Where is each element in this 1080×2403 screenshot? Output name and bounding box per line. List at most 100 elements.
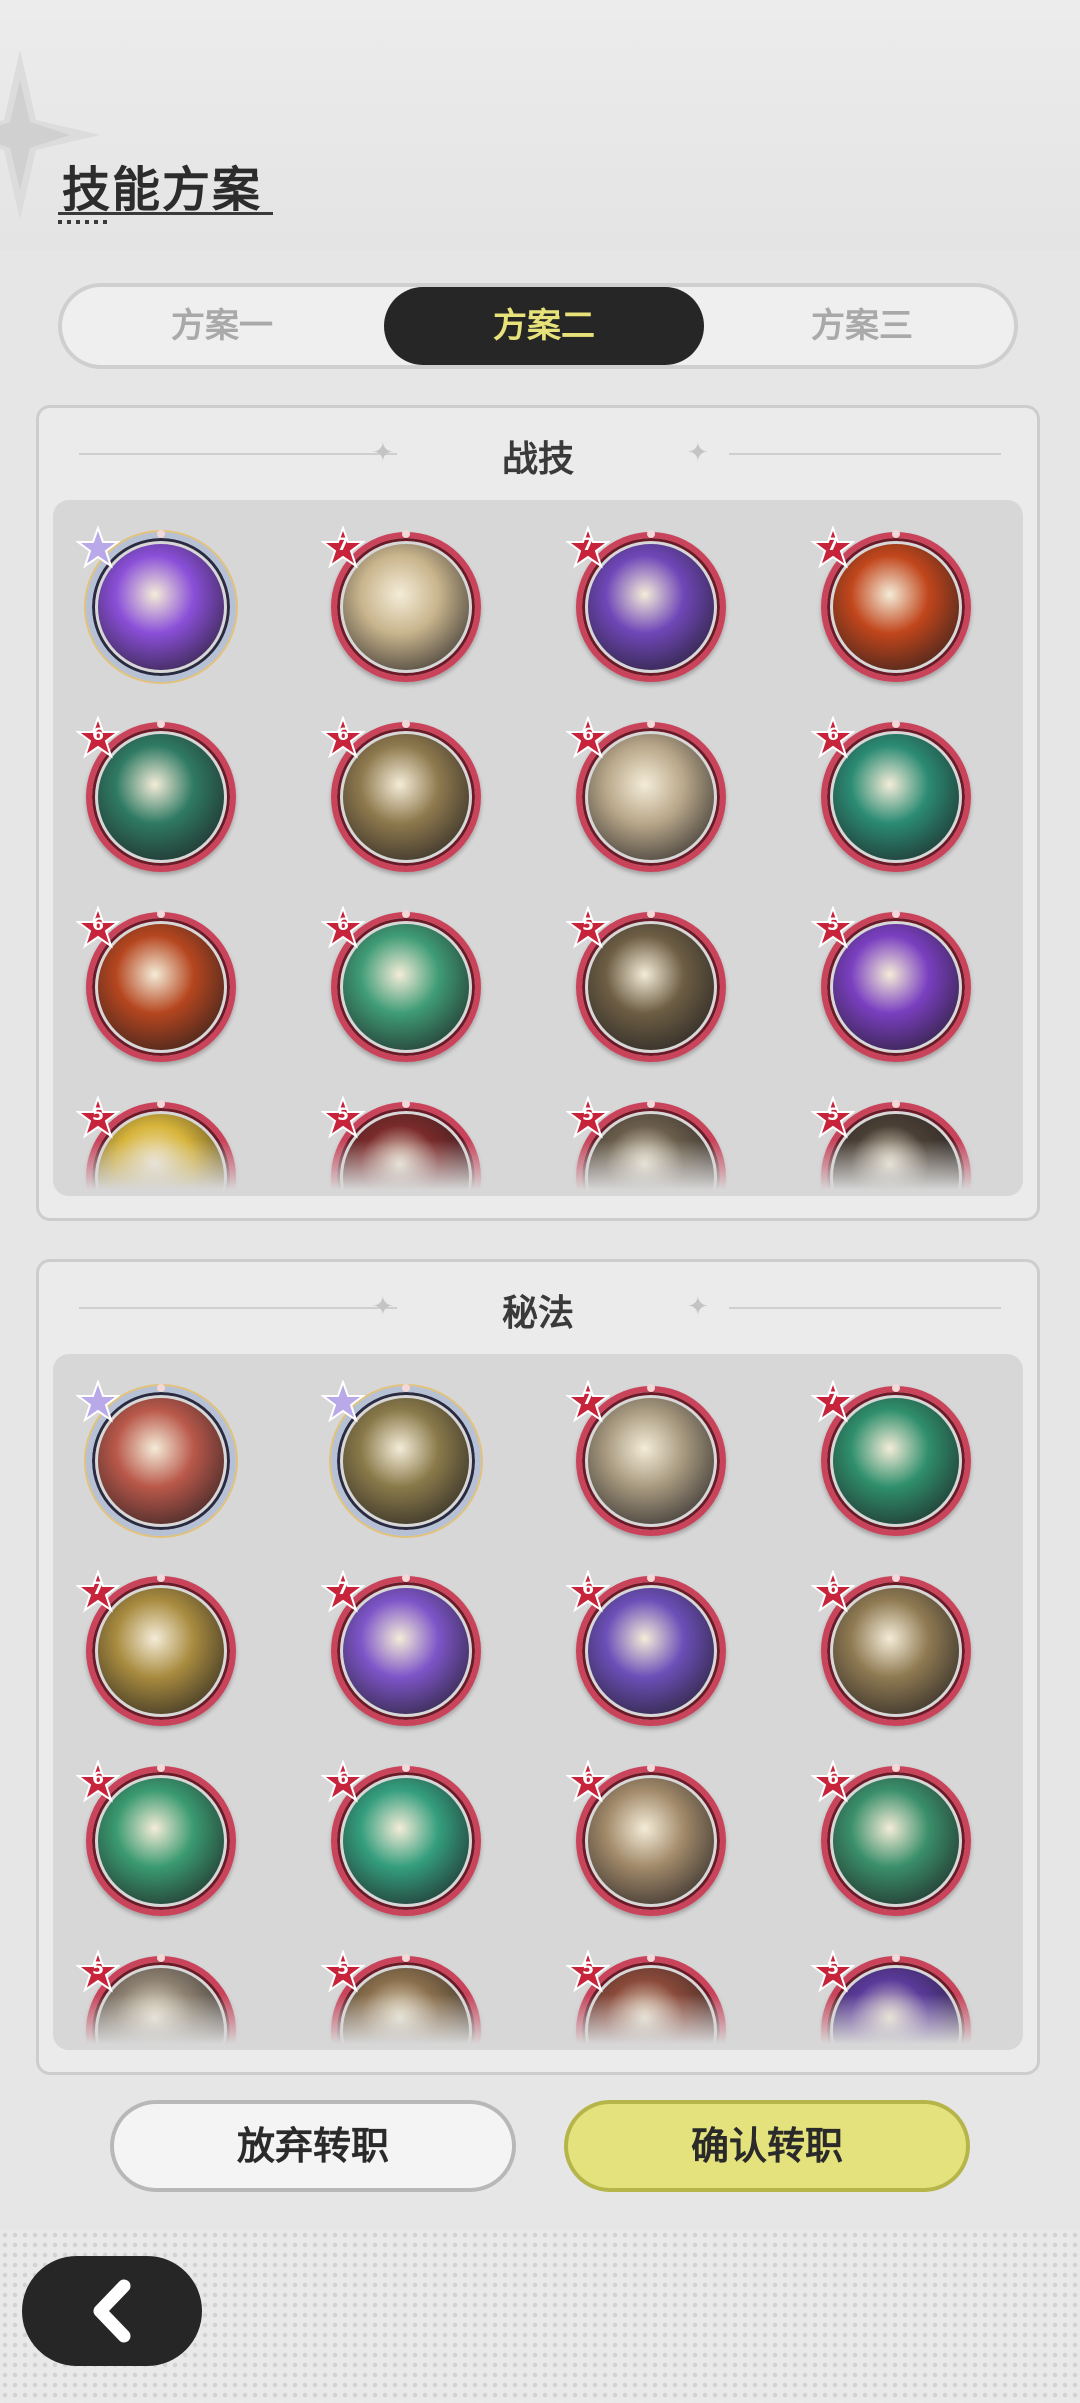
skill-slot[interactable]: 5 [566, 906, 726, 1062]
skill-slot[interactable] [76, 526, 236, 682]
skill-slot[interactable]: 7 [76, 1570, 236, 1726]
ring-pin [157, 720, 165, 728]
skill-slot[interactable]: 7 [811, 526, 971, 682]
level-badge: 7 [321, 526, 365, 570]
ring-pin [892, 530, 900, 538]
level-number: 7 [337, 1579, 349, 1599]
ring-pin [647, 1100, 655, 1108]
star-badge-icon [76, 1380, 120, 1424]
skill-slot[interactable]: 6 [566, 716, 726, 872]
level-number: 5 [827, 1105, 839, 1125]
ring-pin [647, 1954, 655, 1962]
level-badge: 6 [566, 1570, 610, 1614]
tab-plan-1[interactable]: 方案一 [62, 287, 382, 365]
ring-pin [402, 1574, 410, 1582]
level-number: 5 [337, 1105, 349, 1125]
level-number: 5 [827, 915, 839, 935]
level-badge: 7 [811, 1380, 855, 1424]
level-badge: 5 [811, 1096, 855, 1140]
ring-pin [892, 1100, 900, 1108]
skill-slot[interactable]: 6 [566, 1760, 726, 1916]
chevron-left-icon [22, 2256, 202, 2366]
combat-skills-panel: ✦ ✦ 战技 7 7 7 6 6 6 6 6 6 5 5 5 5 5 5 [36, 405, 1040, 1221]
ring-pin [157, 1954, 165, 1962]
skill-slot[interactable] [76, 1380, 236, 1536]
ring-pin [647, 1764, 655, 1772]
skill-slot[interactable]: 6 [811, 1760, 971, 1916]
level-badge: 6 [566, 1760, 610, 1804]
skill-slot[interactable]: 7 [321, 1570, 481, 1726]
level-number: 7 [827, 535, 839, 555]
level-number: 6 [337, 725, 349, 745]
section-title: 战技 [501, 439, 574, 480]
star-badge-icon [321, 1380, 365, 1424]
ring-pin [402, 1954, 410, 1962]
level-badge: 5 [566, 1096, 610, 1140]
skill-slot[interactable]: 5 [811, 906, 971, 1062]
ring-pin [157, 530, 165, 538]
level-badge: 7 [321, 1570, 365, 1614]
level-number: 5 [582, 1959, 594, 1979]
title-dots [58, 220, 108, 224]
level-badge: 6 [76, 1760, 120, 1804]
tab-plan-2[interactable]: 方案二 [384, 287, 704, 365]
level-number: 5 [337, 1959, 349, 1979]
level-number: 5 [582, 915, 594, 935]
abandon-job-change-button[interactable]: 放弃转职 [110, 2100, 516, 2192]
level-badge: 6 [811, 716, 855, 760]
level-badge: 6 [566, 716, 610, 760]
ring-pin [402, 1764, 410, 1772]
skill-slot[interactable]: 6 [321, 716, 481, 872]
star-badge-icon [76, 526, 120, 570]
level-number: 5 [92, 1959, 104, 1979]
ring-pin [402, 530, 410, 538]
skill-slot[interactable]: 7 [811, 1380, 971, 1536]
level-badge: 6 [321, 1760, 365, 1804]
level-number: 7 [582, 535, 594, 555]
skill-slot[interactable] [321, 1380, 481, 1536]
level-badge: 5 [566, 1950, 610, 1994]
skill-slot[interactable]: 6 [321, 906, 481, 1062]
level-number: 7 [337, 535, 349, 555]
level-badge: 5 [76, 1096, 120, 1140]
tab-plan-3[interactable]: 方案三 [702, 287, 1022, 365]
ring-pin [892, 720, 900, 728]
level-badge: 7 [566, 1380, 610, 1424]
scroll-fade [53, 1140, 1023, 1190]
level-number: 6 [827, 1769, 839, 1789]
confirm-job-change-button[interactable]: 确认转职 [564, 2100, 970, 2192]
level-badge: 5 [321, 1950, 365, 1994]
level-number: 6 [582, 1769, 594, 1789]
ring-pin [157, 1384, 165, 1392]
ring-pin [647, 530, 655, 538]
level-badge: 7 [811, 526, 855, 570]
level-badge: 6 [76, 906, 120, 950]
skill-grid[interactable]: 7 7 7 7 6 6 6 6 6 6 5 5 5 5 [53, 1354, 1023, 2050]
ring-pin [402, 910, 410, 918]
panel-header: ✦ ✦ 秘法 [39, 1262, 1037, 1354]
level-badge: 6 [811, 1570, 855, 1614]
skill-slot[interactable]: 7 [321, 526, 481, 682]
level-badge: 7 [76, 1570, 120, 1614]
skill-slot[interactable]: 6 [76, 716, 236, 872]
level-number: 7 [827, 1389, 839, 1409]
skill-slot[interactable]: 7 [566, 526, 726, 682]
skill-slot[interactable]: 6 [811, 716, 971, 872]
level-number: 6 [827, 725, 839, 745]
ring-pin [647, 720, 655, 728]
page-title: 技能方案 [62, 162, 263, 218]
skill-slot[interactable]: 7 [566, 1380, 726, 1536]
level-badge: 6 [76, 716, 120, 760]
section-title: 秘法 [501, 1293, 574, 1334]
skill-grid[interactable]: 7 7 7 6 6 6 6 6 6 5 5 5 5 5 5 [53, 500, 1023, 1196]
skill-slot[interactable]: 6 [811, 1570, 971, 1726]
arcane-skills-panel: ✦ ✦ 秘法 7 7 7 7 6 6 6 6 6 6 5 5 5 5 [36, 1259, 1040, 2075]
level-number: 6 [92, 725, 104, 745]
skill-slot[interactable]: 6 [76, 906, 236, 1062]
skill-slot[interactable]: 6 [321, 1760, 481, 1916]
level-number: 5 [582, 1105, 594, 1125]
skill-slot[interactable]: 6 [76, 1760, 236, 1916]
back-button[interactable] [22, 2256, 202, 2366]
level-number: 6 [582, 1579, 594, 1599]
skill-slot[interactable]: 6 [566, 1570, 726, 1726]
